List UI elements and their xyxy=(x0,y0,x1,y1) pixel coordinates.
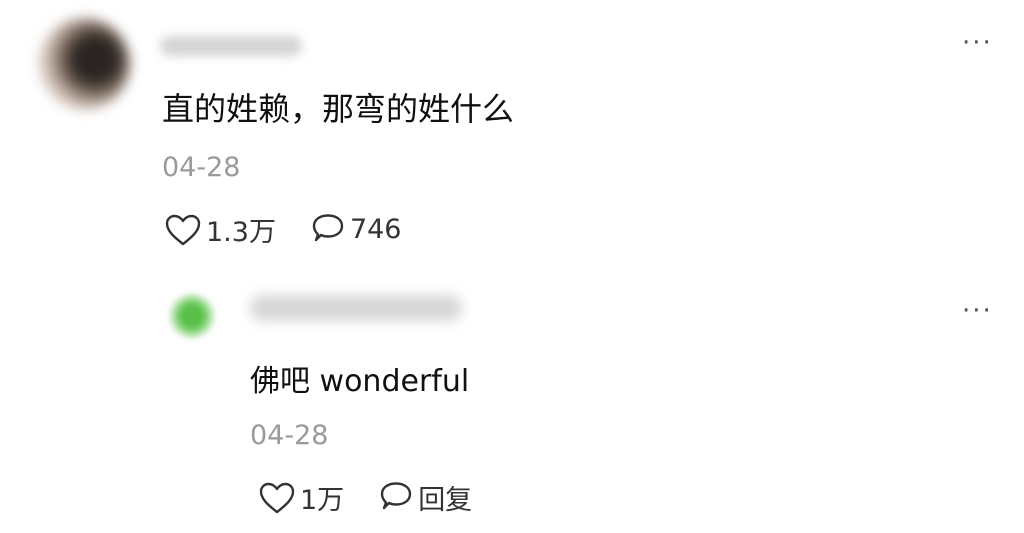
reply-more-options-icon[interactable]: ··· xyxy=(962,298,993,324)
more-options-icon[interactable]: ··· xyxy=(962,30,993,56)
heart-icon xyxy=(259,482,295,513)
reply-like-count: 1万 xyxy=(300,485,345,516)
avatar[interactable] xyxy=(38,18,130,110)
reply-actions: 1万 回复 xyxy=(258,478,506,517)
reply-date: 04-28 xyxy=(250,420,329,451)
like-count: 1.3万 xyxy=(206,217,276,248)
heart-icon xyxy=(165,214,201,245)
reply-button[interactable]: 回复 xyxy=(378,478,472,517)
reply-count-button[interactable]: 746 xyxy=(310,213,402,247)
comment-bubble-icon xyxy=(312,213,344,241)
like-button[interactable]: 1.3万 xyxy=(164,210,276,249)
comment-bubble-icon xyxy=(380,481,412,509)
reply-username[interactable] xyxy=(250,295,462,321)
comment-actions: 1.3万 746 xyxy=(164,210,436,249)
reply-count: 746 xyxy=(349,214,402,245)
reply-avatar[interactable] xyxy=(170,294,214,338)
reply-like-button[interactable]: 1万 xyxy=(258,478,344,517)
username[interactable] xyxy=(160,36,302,56)
comment-date: 04-28 xyxy=(162,152,241,183)
reply-text: 佛吧 wonderful xyxy=(250,364,470,399)
comment-text: 直的姓赖，那弯的姓什么 xyxy=(162,90,515,128)
reply-label: 回复 xyxy=(418,485,473,516)
